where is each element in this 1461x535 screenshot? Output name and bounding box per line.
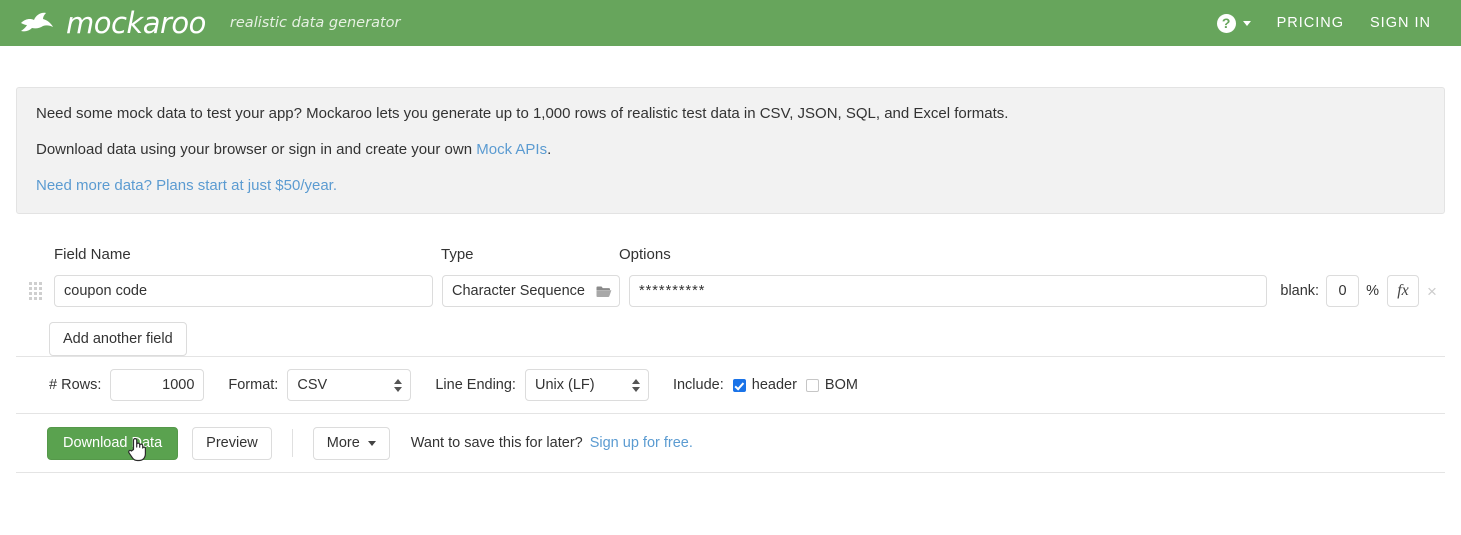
column-header-field-name: Field Name — [54, 247, 441, 262]
question-mark-icon: ? — [1217, 14, 1236, 33]
info-line-1: Need some mock data to test your app? Mo… — [36, 106, 1425, 121]
header-checkbox[interactable] — [733, 379, 746, 392]
vertical-divider — [292, 429, 293, 457]
line-ending-select[interactable]: Unix (LF) — [525, 369, 649, 401]
download-data-button[interactable]: Download Data — [47, 427, 178, 460]
info-line-2: Download data using your browser or sign… — [36, 142, 1425, 157]
signup-link[interactable]: Sign up for free. — [590, 435, 693, 451]
top-navigation-bar: mockaroo realistic data generator ? PRIC… — [0, 0, 1461, 46]
add-another-field-button[interactable]: Add another field — [49, 322, 187, 356]
column-header-options: Options — [619, 247, 1445, 262]
info-line-2-prefix: Download data using your browser or sign… — [36, 141, 476, 158]
field-type-select[interactable]: Character Sequence — [442, 275, 620, 307]
info-panel: Need some mock data to test your app? Mo… — [16, 87, 1445, 214]
bom-checkbox[interactable] — [806, 379, 819, 392]
remove-field-icon[interactable]: × — [1419, 283, 1445, 300]
blank-percent-input[interactable] — [1326, 275, 1359, 307]
brand-logo[interactable]: mockaroo realistic data generator — [18, 9, 400, 38]
nav-link-signin[interactable]: SIGN IN — [1370, 15, 1431, 31]
format-value: CSV — [297, 377, 388, 393]
kangaroo-logo-icon — [18, 10, 56, 36]
select-spinner-icon — [394, 379, 402, 392]
chevron-down-icon — [1243, 21, 1251, 26]
nav-right-group: ? PRICING SIGN IN — [1217, 14, 1445, 33]
format-select[interactable]: CSV — [287, 369, 411, 401]
fields-area: Field Name Type Options Character Sequen… — [16, 240, 1445, 356]
action-bar: Download Data Preview More Want to save … — [16, 414, 1445, 472]
header-checkbox-label: header — [752, 377, 797, 393]
info-line-2-suffix: . — [547, 141, 551, 158]
page-content: Need some mock data to test your app? Mo… — [0, 87, 1461, 473]
plans-link[interactable]: Need more data? Plans start at just $50/… — [36, 177, 337, 194]
field-options-input[interactable] — [629, 275, 1267, 307]
format-label: Format: — [228, 377, 278, 393]
preview-button[interactable]: Preview — [192, 427, 272, 460]
table-row: Character Sequence blank: % fx × — [16, 275, 1445, 307]
folder-icon — [596, 285, 612, 298]
drag-handle-icon[interactable] — [24, 279, 46, 303]
field-name-input[interactable] — [54, 275, 433, 307]
select-spinner-icon — [632, 379, 640, 392]
bom-checkbox-group[interactable]: BOM — [806, 377, 858, 393]
bom-checkbox-label: BOM — [825, 377, 858, 393]
more-label: More — [327, 435, 360, 451]
percent-symbol: % — [1366, 283, 1379, 299]
more-dropdown-button[interactable]: More — [313, 427, 390, 460]
formula-button[interactable]: fx — [1387, 275, 1419, 307]
info-line-3: Need more data? Plans start at just $50/… — [36, 178, 1425, 193]
column-header-type: Type — [441, 247, 619, 262]
output-options-row: # Rows: Format: CSV Line Ending: Unix (L… — [16, 357, 1445, 413]
brand-tagline: realistic data generator — [230, 16, 401, 31]
rows-label: # Rows: — [49, 377, 101, 393]
chevron-down-icon — [368, 441, 376, 446]
column-headers: Field Name Type Options — [16, 240, 1445, 262]
header-checkbox-group[interactable]: header — [733, 377, 797, 393]
include-label: Include: — [673, 377, 724, 393]
brand-name: mockaroo — [66, 9, 206, 38]
rows-input[interactable] — [110, 369, 204, 401]
nav-link-pricing[interactable]: PRICING — [1277, 15, 1344, 31]
divider-bottom — [16, 472, 1445, 473]
line-ending-value: Unix (LF) — [535, 377, 626, 393]
field-type-value: Character Sequence — [452, 283, 596, 299]
help-menu[interactable]: ? — [1217, 14, 1251, 33]
save-prompt-text: Want to save this for later? — [411, 435, 583, 451]
mock-apis-link[interactable]: Mock APIs — [476, 141, 547, 158]
save-prompt: Want to save this for later? Sign up for … — [411, 435, 693, 451]
blank-label: blank: — [1280, 283, 1319, 299]
line-ending-label: Line Ending: — [435, 377, 516, 393]
